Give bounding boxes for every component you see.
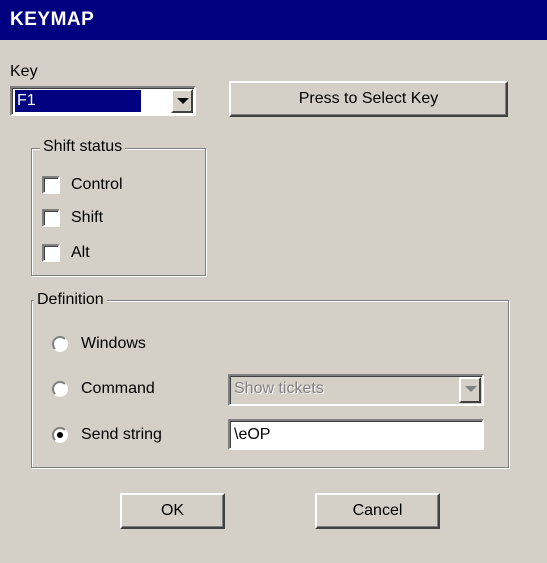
send-string-label: Send string: [81, 426, 162, 443]
key-select-value: F1: [15, 90, 141, 112]
cancel-button[interactable]: Cancel: [315, 493, 440, 529]
definition-legend: Definition: [34, 290, 107, 310]
chevron-down-icon: [465, 386, 477, 392]
windows-radio[interactable]: [52, 336, 68, 352]
send-string-input[interactable]: \eOP: [228, 419, 484, 450]
command-dropdown-button[interactable]: [459, 377, 481, 403]
send-string-value: \eOP: [234, 426, 271, 443]
cancel-button-label: Cancel: [352, 502, 403, 519]
command-label: Command: [81, 380, 155, 397]
command-select-value: Show tickets: [234, 380, 324, 397]
control-label: Control: [71, 176, 123, 193]
window-title: KEYMAP: [0, 0, 547, 40]
windows-label: Windows: [81, 335, 146, 352]
alt-label: Alt: [71, 244, 90, 261]
shift-label: Shift: [71, 209, 104, 226]
shift-checkbox[interactable]: [42, 209, 60, 227]
ok-button-label: OK: [160, 502, 185, 519]
control-checkbox[interactable]: [42, 176, 60, 194]
radio-dot: [57, 432, 63, 438]
command-radio[interactable]: [52, 381, 68, 397]
chevron-down-icon: [177, 98, 189, 104]
send-string-radio[interactable]: [52, 427, 68, 443]
shift-status-legend: Shift status: [40, 137, 126, 157]
alt-checkbox[interactable]: [42, 244, 60, 262]
keymap-dialog: KEYMAP Key F1 Press to Select Key Shift …: [0, 0, 547, 563]
key-dropdown-button[interactable]: [171, 89, 193, 113]
key-label: Key: [10, 63, 38, 80]
key-select[interactable]: F1: [10, 86, 196, 116]
select-key-button[interactable]: Press to Select Key: [229, 81, 508, 117]
command-select[interactable]: Show tickets: [228, 374, 484, 406]
select-key-button-label: Press to Select Key: [298, 90, 439, 107]
ok-button[interactable]: OK: [120, 493, 225, 529]
